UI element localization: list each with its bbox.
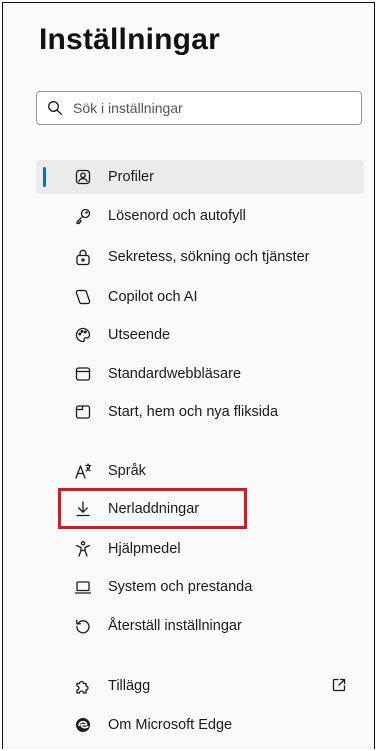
- sidebar-item-label: Sekretess, sökning och tjänster: [108, 249, 310, 265]
- sidebar-item-label: Utseende: [108, 327, 171, 343]
- sidebar-item-about[interactable]: Om Microsoft Edge: [36, 708, 364, 742]
- active-indicator: [43, 167, 46, 187]
- laptop-icon: [74, 581, 92, 594]
- extensions-icon: [76, 680, 89, 694]
- sidebar-item-label: Återställ inställningar: [108, 618, 242, 634]
- key-icon: [76, 208, 91, 225]
- sidebar-item-default-browser[interactable]: Standardwebbläsare: [36, 357, 364, 391]
- sidebar-item-copilot[interactable]: Copilot och AI: [36, 280, 364, 314]
- edge-logo-icon: [76, 718, 90, 732]
- sidebar-item-label: Lösenord och autofyll: [108, 208, 246, 224]
- sidebar-item-label: Start, hem och nya fliksida: [108, 404, 279, 420]
- language-icon: [75, 463, 92, 479]
- sidebar-item-language[interactable]: Språk: [36, 454, 364, 488]
- search-box[interactable]: [36, 91, 362, 125]
- sidebar-item-label: Om Microsoft Edge: [108, 717, 233, 733]
- sidebar-item-privacy[interactable]: Sekretess, sökning och tjänster: [36, 240, 364, 274]
- search-icon: [48, 101, 63, 116]
- sidebar-item-label: Tillägg: [108, 678, 151, 694]
- reset-icon: [76, 619, 90, 634]
- sidebar-item-accessibility[interactable]: Hjälpmedel: [36, 532, 364, 566]
- sidebar-item-label: Språk: [108, 463, 146, 479]
- page-title: Inställningar: [39, 23, 220, 56]
- browser-icon: [75, 367, 91, 381]
- sidebar-item-reset[interactable]: Återställ inställningar: [36, 609, 364, 643]
- sidebar-item-appearance[interactable]: Utseende: [36, 318, 364, 352]
- lock-icon: [76, 249, 90, 266]
- profile-icon: [75, 169, 91, 185]
- sidebar-item-profiler[interactable]: Profiler: [36, 160, 364, 194]
- copilot-icon: [75, 289, 91, 305]
- palette-icon: [75, 327, 91, 343]
- sidebar-item-system[interactable]: System och prestanda: [36, 570, 364, 604]
- sidebar-item-label: Standardwebbläsare: [108, 366, 242, 382]
- sidebar-item-extensions[interactable]: Tillägg: [36, 669, 364, 703]
- sidebar-item-label: Copilot och AI: [108, 289, 198, 305]
- home-page-icon: [75, 405, 91, 419]
- highlight-box: [58, 488, 247, 529]
- sidebar-item-passwords[interactable]: Lösenord och autofyll: [36, 199, 364, 233]
- sidebar-item-label: Profiler: [108, 169, 154, 185]
- settings-panel: Inställningar Profiler Lösenord och auto…: [2, 2, 375, 749]
- sidebar-item-start-home[interactable]: Start, hem och nya fliksida: [36, 395, 364, 429]
- search-input[interactable]: [71, 99, 335, 117]
- sidebar-item-label: Hjälpmedel: [108, 541, 181, 557]
- sidebar-item-label: System och prestanda: [108, 579, 253, 595]
- external-link-icon: [332, 678, 346, 692]
- accessibility-icon: [75, 541, 91, 557]
